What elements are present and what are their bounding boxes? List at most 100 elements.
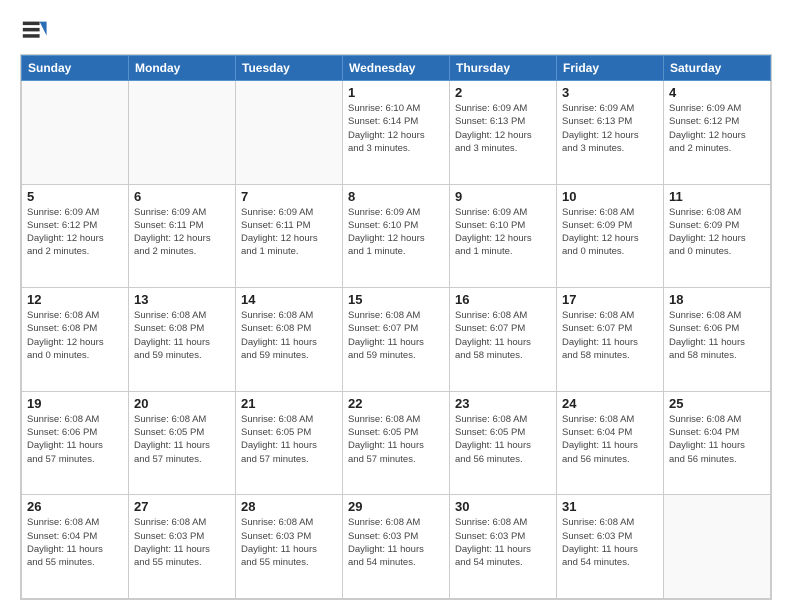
day-number: 17 xyxy=(562,292,658,307)
day-info: Sunrise: 6:08 AM Sunset: 6:06 PM Dayligh… xyxy=(27,413,123,466)
week-row-5: 26 Sunrise: 6:08 AM Sunset: 6:04 PM Dayli… xyxy=(22,495,771,599)
day-info: Sunrise: 6:08 AM Sunset: 6:05 PM Dayligh… xyxy=(134,413,230,466)
day-info: Sunrise: 6:08 AM Sunset: 6:07 PM Dayligh… xyxy=(455,309,551,362)
week-row-2: 5 Sunrise: 6:09 AM Sunset: 6:12 PM Daylig… xyxy=(22,184,771,288)
day-cell xyxy=(236,81,343,185)
day-number: 14 xyxy=(241,292,337,307)
day-number: 10 xyxy=(562,189,658,204)
day-number: 24 xyxy=(562,396,658,411)
day-info: Sunrise: 6:08 AM Sunset: 6:03 PM Dayligh… xyxy=(134,516,230,569)
calendar: SundayMondayTuesdayWednesdayThursdayFrid… xyxy=(20,54,772,600)
calendar-table: SundayMondayTuesdayWednesdayThursdayFrid… xyxy=(21,55,771,599)
day-number: 21 xyxy=(241,396,337,411)
day-cell xyxy=(664,495,771,599)
day-number: 28 xyxy=(241,499,337,514)
day-number: 6 xyxy=(134,189,230,204)
day-number: 23 xyxy=(455,396,551,411)
day-info: Sunrise: 6:10 AM Sunset: 6:14 PM Dayligh… xyxy=(348,102,444,155)
day-info: Sunrise: 6:09 AM Sunset: 6:13 PM Dayligh… xyxy=(455,102,551,155)
day-info: Sunrise: 6:08 AM Sunset: 6:08 PM Dayligh… xyxy=(241,309,337,362)
day-number: 26 xyxy=(27,499,123,514)
day-info: Sunrise: 6:09 AM Sunset: 6:12 PM Dayligh… xyxy=(27,206,123,259)
day-info: Sunrise: 6:08 AM Sunset: 6:06 PM Dayligh… xyxy=(669,309,765,362)
weekday-header-saturday: Saturday xyxy=(664,56,771,81)
weekday-row: SundayMondayTuesdayWednesdayThursdayFrid… xyxy=(22,56,771,81)
day-number: 13 xyxy=(134,292,230,307)
day-info: Sunrise: 6:09 AM Sunset: 6:11 PM Dayligh… xyxy=(241,206,337,259)
logo xyxy=(20,16,52,44)
day-number: 29 xyxy=(348,499,444,514)
day-number: 19 xyxy=(27,396,123,411)
day-cell: 11Sunrise: 6:08 AM Sunset: 6:09 PM Dayli… xyxy=(664,184,771,288)
day-number: 9 xyxy=(455,189,551,204)
logo-icon xyxy=(20,16,48,44)
day-cell: 7 Sunrise: 6:09 AM Sunset: 6:11 PM Daylig… xyxy=(236,184,343,288)
page: SundayMondayTuesdayWednesdayThursdayFrid… xyxy=(0,0,792,612)
day-cell: 13 Sunrise: 6:08 AM Sunset: 6:08 PM Dayli… xyxy=(129,288,236,392)
day-number: 7 xyxy=(241,189,337,204)
weekday-header-wednesday: Wednesday xyxy=(343,56,450,81)
day-number: 3 xyxy=(562,85,658,100)
day-cell: 9Sunrise: 6:09 AM Sunset: 6:10 PM Daylig… xyxy=(450,184,557,288)
day-cell: 2 Sunrise: 6:09 AM Sunset: 6:13 PM Daylig… xyxy=(450,81,557,185)
day-number: 25 xyxy=(669,396,765,411)
day-info: Sunrise: 6:08 AM Sunset: 6:04 PM Dayligh… xyxy=(562,413,658,466)
day-info: Sunrise: 6:08 AM Sunset: 6:09 PM Dayligh… xyxy=(562,206,658,259)
day-cell: 18 Sunrise: 6:08 AM Sunset: 6:06 PM Dayli… xyxy=(664,288,771,392)
day-cell: 15 Sunrise: 6:08 AM Sunset: 6:07 PM Dayli… xyxy=(343,288,450,392)
day-number: 31 xyxy=(562,499,658,514)
day-number: 16 xyxy=(455,292,551,307)
day-number: 12 xyxy=(27,292,123,307)
day-number: 18 xyxy=(669,292,765,307)
day-info: Sunrise: 6:09 AM Sunset: 6:11 PM Dayligh… xyxy=(134,206,230,259)
day-number: 30 xyxy=(455,499,551,514)
day-cell: 8Sunrise: 6:09 AM Sunset: 6:10 PM Daylig… xyxy=(343,184,450,288)
day-number: 8 xyxy=(348,189,444,204)
day-cell: 31 Sunrise: 6:08 AM Sunset: 6:03 PM Dayli… xyxy=(557,495,664,599)
day-cell: 17Sunrise: 6:08 AM Sunset: 6:07 PM Dayli… xyxy=(557,288,664,392)
weekday-header-thursday: Thursday xyxy=(450,56,557,81)
day-cell: 29Sunrise: 6:08 AM Sunset: 6:03 PM Dayli… xyxy=(343,495,450,599)
day-info: Sunrise: 6:08 AM Sunset: 6:03 PM Dayligh… xyxy=(562,516,658,569)
day-cell: 25Sunrise: 6:08 AM Sunset: 6:04 PM Dayli… xyxy=(664,391,771,495)
day-info: Sunrise: 6:08 AM Sunset: 6:03 PM Dayligh… xyxy=(455,516,551,569)
day-info: Sunrise: 6:08 AM Sunset: 6:03 PM Dayligh… xyxy=(241,516,337,569)
weekday-header-friday: Friday xyxy=(557,56,664,81)
day-cell: 12 Sunrise: 6:08 AM Sunset: 6:08 PM Dayli… xyxy=(22,288,129,392)
day-cell xyxy=(129,81,236,185)
weekday-header-monday: Monday xyxy=(129,56,236,81)
day-cell: 6 Sunrise: 6:09 AM Sunset: 6:11 PM Daylig… xyxy=(129,184,236,288)
day-number: 4 xyxy=(669,85,765,100)
weekday-header-sunday: Sunday xyxy=(22,56,129,81)
weekday-header-tuesday: Tuesday xyxy=(236,56,343,81)
calendar-body: 1 Sunrise: 6:10 AM Sunset: 6:14 PM Daylig… xyxy=(22,81,771,599)
day-number: 20 xyxy=(134,396,230,411)
day-info: Sunrise: 6:08 AM Sunset: 6:09 PM Dayligh… xyxy=(669,206,765,259)
day-cell: 28 Sunrise: 6:08 AM Sunset: 6:03 PM Dayli… xyxy=(236,495,343,599)
day-cell xyxy=(22,81,129,185)
day-info: Sunrise: 6:08 AM Sunset: 6:04 PM Dayligh… xyxy=(27,516,123,569)
week-row-1: 1 Sunrise: 6:10 AM Sunset: 6:14 PM Daylig… xyxy=(22,81,771,185)
week-row-3: 12 Sunrise: 6:08 AM Sunset: 6:08 PM Dayli… xyxy=(22,288,771,392)
day-number: 27 xyxy=(134,499,230,514)
day-cell: 1 Sunrise: 6:10 AM Sunset: 6:14 PM Daylig… xyxy=(343,81,450,185)
day-cell: 24 Sunrise: 6:08 AM Sunset: 6:04 PM Dayli… xyxy=(557,391,664,495)
day-number: 22 xyxy=(348,396,444,411)
day-number: 5 xyxy=(27,189,123,204)
day-cell: 20 Sunrise: 6:08 AM Sunset: 6:05 PM Dayli… xyxy=(129,391,236,495)
day-cell: 16 Sunrise: 6:08 AM Sunset: 6:07 PM Dayli… xyxy=(450,288,557,392)
day-number: 1 xyxy=(348,85,444,100)
calendar-header: SundayMondayTuesdayWednesdayThursdayFrid… xyxy=(22,56,771,81)
day-info: Sunrise: 6:08 AM Sunset: 6:07 PM Dayligh… xyxy=(348,309,444,362)
day-cell: 14 Sunrise: 6:08 AM Sunset: 6:08 PM Dayli… xyxy=(236,288,343,392)
day-number: 2 xyxy=(455,85,551,100)
day-cell: 26 Sunrise: 6:08 AM Sunset: 6:04 PM Dayli… xyxy=(22,495,129,599)
day-info: Sunrise: 6:08 AM Sunset: 6:08 PM Dayligh… xyxy=(134,309,230,362)
day-info: Sunrise: 6:08 AM Sunset: 6:08 PM Dayligh… xyxy=(27,309,123,362)
day-cell: 21Sunrise: 6:08 AM Sunset: 6:05 PM Dayli… xyxy=(236,391,343,495)
day-info: Sunrise: 6:09 AM Sunset: 6:12 PM Dayligh… xyxy=(669,102,765,155)
day-cell: 30 Sunrise: 6:08 AM Sunset: 6:03 PM Dayli… xyxy=(450,495,557,599)
day-number: 15 xyxy=(348,292,444,307)
day-cell: 19 Sunrise: 6:08 AM Sunset: 6:06 PM Dayli… xyxy=(22,391,129,495)
day-info: Sunrise: 6:08 AM Sunset: 6:05 PM Dayligh… xyxy=(348,413,444,466)
